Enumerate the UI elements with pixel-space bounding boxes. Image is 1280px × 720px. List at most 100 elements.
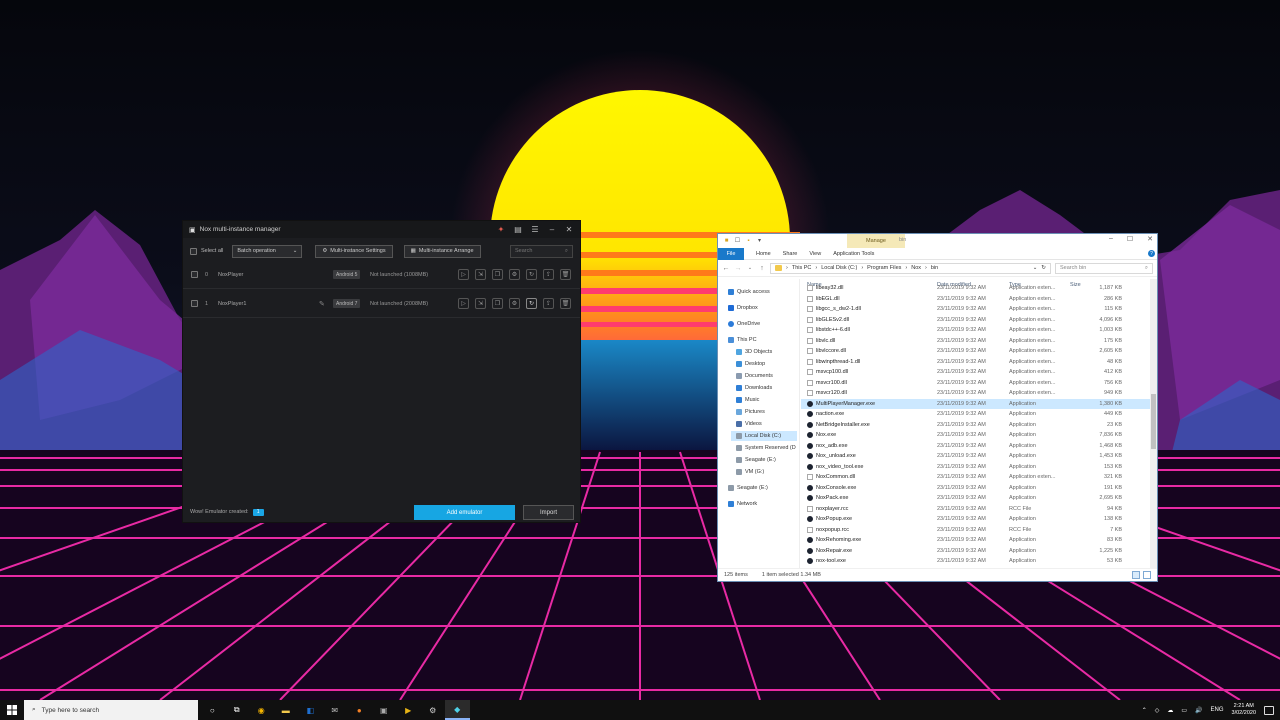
nav-seagate-e[interactable]: Seagate (E:) [736,455,776,465]
nav-system-reserved[interactable]: System Reserved (D [736,443,796,453]
file-row[interactable]: libstdc++-6.dll 23/11/2019 9:32 AM Applica… [801,325,1152,336]
nav-desktop[interactable]: Desktop [736,359,765,369]
minimize-icon[interactable]: – [547,225,557,235]
select-all-checkbox[interactable]: Select all [190,247,223,255]
file-row[interactable]: MultiPlayerManager.exe 23/11/2019 9:32 AM… [801,398,1152,409]
file-row[interactable]: libvlccore.dll 23/11/2019 9:32 AM Applicat… [801,346,1152,357]
breadcrumb-local-disk[interactable]: Local Disk (C:) [821,265,857,271]
file-row[interactable]: msvcr100.dll 23/11/2019 9:32 AM Applicatio… [801,378,1152,389]
play-icon[interactable]: ▷ [458,269,469,280]
chrome-icon[interactable]: ◉ [249,700,274,720]
properties-icon[interactable]: ☐ [734,237,741,244]
delete-icon[interactable]: 🗑 [560,298,571,309]
taskbar-search-input[interactable]: ⌕ Type here to search [24,700,198,720]
scrollbar-thumb[interactable] [1151,394,1156,449]
show-hidden-icons-icon[interactable]: ⌃ [1142,707,1147,714]
delete-icon[interactable]: 🗑 [560,269,571,280]
instance-checkbox[interactable] [191,300,198,307]
volume-icon[interactable]: 🔊 [1195,707,1202,714]
file-row[interactable]: libgcc_s_dw2-1.dll 23/11/2019 9:32 AM Appl… [801,304,1152,315]
nav-videos[interactable]: Videos [736,419,762,429]
play-icon[interactable]: ▷ [458,298,469,309]
file-row[interactable]: NoxConsole.exe 23/11/2019 9:32 AM Applicat… [801,483,1152,494]
onedrive-tray-icon[interactable]: ☁ [1167,707,1173,714]
vertical-scrollbar[interactable] [1150,279,1157,569]
instance-row[interactable]: 1 NoxPlayer1 ✎ Android 7 Not launched (2… [183,290,580,318]
customize-qa-icon[interactable]: ▾ [756,237,763,244]
nav-onedrive[interactable]: OneDrive [728,319,760,329]
cortana-icon[interactable]: ○ [200,700,225,720]
nav-dropbox[interactable]: Dropbox [728,303,758,313]
restore-icon[interactable]: ⇪ [543,269,554,280]
shortcut-icon[interactable]: ⇲ [475,269,486,280]
edit-name-icon[interactable]: ✎ [319,300,325,308]
tab-home[interactable]: Home [756,251,771,257]
address-dropdown-icon[interactable]: ⌄ [1033,265,1038,271]
menu-icon[interactable]: ☰ [530,225,540,235]
tab-share[interactable]: Share [783,251,798,257]
nav-music[interactable]: Music [736,395,759,405]
photos-icon[interactable]: ▣ [372,700,397,720]
file-row[interactable]: NetBridgeInstaller.exe 23/11/2019 9:32 AM… [801,420,1152,431]
help-icon[interactable]: ? [1148,250,1155,257]
nav-3d-objects[interactable]: 3D Objects [736,347,772,357]
file-row[interactable]: libEGL.dll 23/11/2019 9:32 AM Application … [801,294,1152,305]
forward-icon[interactable]: → [734,265,742,272]
notifications-icon[interactable] [1264,705,1274,715]
file-row[interactable]: libwinpthread-1.dll 23/11/2019 9:32 AM App… [801,357,1152,368]
start-button[interactable] [0,700,24,720]
input-language[interactable]: ENG [1211,707,1224,713]
nav-documents[interactable]: Documents [736,371,773,381]
file-explorer-icon[interactable]: ▬ [274,700,299,720]
select-all-box[interactable] [190,247,197,255]
file-row[interactable]: noxpopup.rcc 23/11/2019 9:32 AM RCC File 7 … [801,525,1152,536]
file-row[interactable]: Nox.exe 23/11/2019 9:32 AM Application 7,83… [801,430,1152,441]
nav-network[interactable]: Network [728,499,757,509]
breadcrumb-this-pc[interactable]: This PC [792,265,812,271]
file-row[interactable]: libGLESv2.dll 23/11/2019 9:32 AM Applicati… [801,315,1152,326]
task-view-icon[interactable]: ⧉ [225,700,250,720]
copy-icon[interactable]: ❐ [492,298,503,309]
instance-checkbox[interactable] [191,271,198,278]
large-icons-view-icon[interactable] [1143,571,1151,579]
explorer-titlebar[interactable]: ■ ☐ ▪ ▾ Manage bin – ☐ ✕ [718,234,1157,248]
close-icon[interactable]: ✕ [1147,235,1153,243]
import-button[interactable]: Import [523,505,574,520]
instance-search-input[interactable]: Search ⌕ [510,244,573,258]
file-row[interactable]: naction.exe 23/11/2019 9:32 AM Application… [801,409,1152,420]
nav-quick-access[interactable]: Quick access [728,287,770,297]
media-player-icon[interactable]: ▶ [396,700,421,720]
copy-icon[interactable]: ❐ [492,269,503,280]
breadcrumb-program-files[interactable]: Program Files [867,265,901,271]
breadcrumb-nox[interactable]: Nox [911,265,921,271]
backup-icon[interactable]: ↻ [526,298,537,309]
nox-app-icon[interactable]: ◆ [445,700,470,720]
recent-locations-icon[interactable]: ⌄ [746,265,754,271]
nox-titlebar[interactable]: ▣ Nox multi-instance manager ✦ ▤ ☰ – ✕ [183,221,580,238]
backup-icon[interactable]: ↻ [526,269,537,280]
nav-local-disk-c[interactable]: Local Disk (C:) [731,431,797,441]
settings-icon[interactable]: ⚙ [509,269,520,280]
nav-pictures[interactable]: Pictures [736,407,765,417]
close-icon[interactable]: ✕ [564,225,574,235]
file-row[interactable]: NoxPack.exe 23/11/2019 9:32 AM Application… [801,493,1152,504]
nav-seagate-e-root[interactable]: Seagate (E:) [728,483,768,493]
address-bar[interactable]: › This PC › Local Disk (C:) › Program Fi… [770,262,1051,274]
multi-instance-arrange-button[interactable]: ▦ Multi-instance Arrange [403,244,481,258]
breadcrumb-bin[interactable]: bin [931,265,938,271]
nav-this-pc[interactable]: This PC [728,335,757,345]
refresh-icon[interactable]: ↻ [1041,265,1046,271]
shortcut-icon[interactable]: ⇲ [475,298,486,309]
up-icon[interactable]: ↑ [758,265,766,272]
new-folder-icon[interactable]: ▪ [745,237,752,244]
settings-icon[interactable]: ⚙ [421,700,446,720]
maximize-icon[interactable]: ☐ [1127,235,1133,243]
file-row[interactable]: nox_video_tool.exe 23/11/2019 9:32 AM Appl… [801,462,1152,473]
tab-file[interactable]: File [718,247,744,260]
restore-icon[interactable]: ⇪ [543,298,554,309]
file-row[interactable]: noxplayer.rcc 23/11/2019 9:32 AM RCC File 9… [801,504,1152,515]
file-row[interactable]: nox_adb.exe 23/11/2019 9:32 AM Application… [801,441,1152,452]
manage-tab[interactable]: Manage [847,234,905,248]
blender-icon[interactable]: ● [347,700,372,720]
message-icon[interactable]: ▤ [513,225,523,235]
